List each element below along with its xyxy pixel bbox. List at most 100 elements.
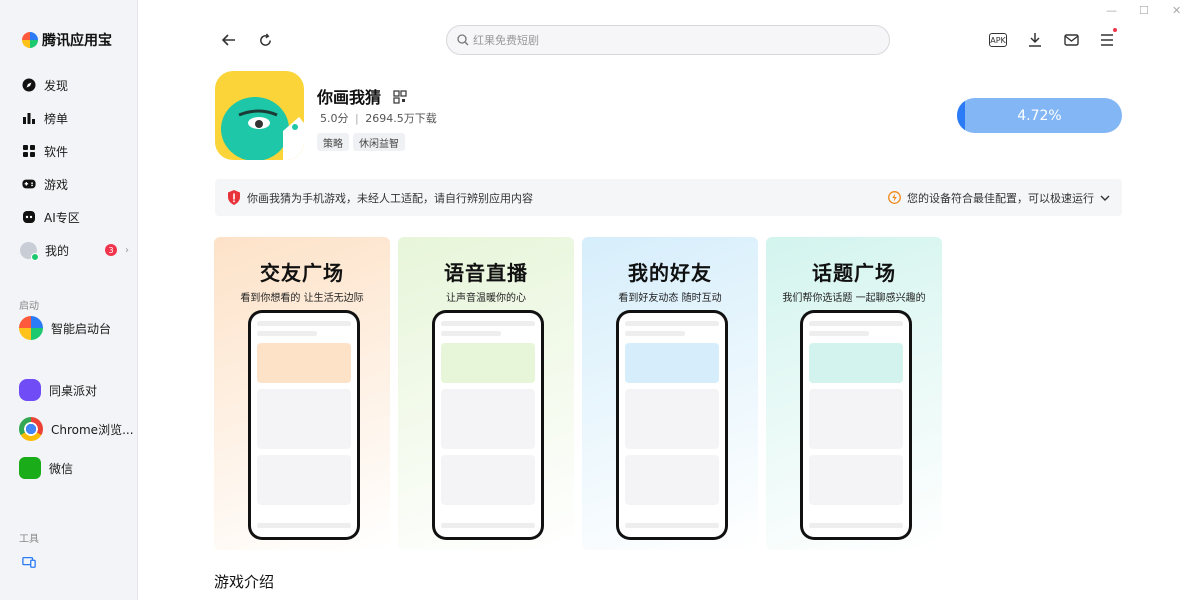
search-input[interactable]: 红果免费短剧 <box>446 25 890 55</box>
shield-warning-icon <box>228 190 240 205</box>
screenshot-card[interactable]: 语音直播让声音温暖你的心 <box>398 237 574 550</box>
sidebar-item-ai[interactable]: AI专区 <box>0 203 138 231</box>
maximize-button[interactable]: ☐ <box>1139 4 1149 17</box>
arrow-left-icon <box>221 34 235 46</box>
screenshot-card[interactable]: 我的好友看到好友动态 随时互动 <box>582 237 758 550</box>
phone-screen <box>803 313 909 537</box>
screenshot-subtitle: 看到你想看的 让生活无边际 <box>240 293 364 304</box>
sidebar-item-label: 软件 <box>44 144 69 159</box>
section-label-launch: 启动 <box>19 301 39 312</box>
menu-button[interactable] <box>1097 28 1117 50</box>
phone-mockup <box>248 310 360 540</box>
hamburger-icon <box>1101 34 1113 46</box>
minimize-button[interactable]: — <box>1106 4 1117 17</box>
device-compat-toggle[interactable]: 您的设备符合最佳配置，可以极速运行 <box>888 190 1110 206</box>
app-downloads: 2694.5万下载 <box>365 112 437 125</box>
chevron-right-icon: › <box>125 244 130 256</box>
brand-logo-icon <box>22 32 38 48</box>
tag-casual-puzzle[interactable]: 休闲益智 <box>353 133 405 151</box>
phone-screen <box>619 313 725 537</box>
screenshot-subtitle: 让声音温暖你的心 <box>446 293 526 304</box>
compass-icon <box>22 78 36 92</box>
sidebar-item-label: 发现 <box>44 78 69 93</box>
chrome-icon <box>19 417 43 441</box>
pinwheel-icon <box>19 316 43 340</box>
close-button[interactable]: ✕ <box>1172 4 1181 17</box>
phone-mockup <box>616 310 728 540</box>
screenshot-title: 话题广场 <box>812 261 896 285</box>
apk-label: APK <box>990 35 1006 45</box>
app-logo-icon <box>221 97 304 160</box>
sidebar-item-label: 榜单 <box>44 111 69 126</box>
brand-logo[interactable]: 腾讯应用宝 <box>22 30 112 50</box>
avatar-icon <box>20 241 39 261</box>
screenshot-subtitle: 我们帮你选话题 一起聊感兴趣的 <box>782 293 926 304</box>
apk-install-button[interactable]: APK <box>989 33 1007 47</box>
notification-badge: 3 <box>105 244 118 256</box>
chevron-down-icon <box>1100 195 1110 201</box>
brand-name: 腾讯应用宝 <box>42 33 112 49</box>
notice-right-text: 您的设备符合最佳配置，可以极速运行 <box>907 191 1094 205</box>
phone-mockup <box>800 310 912 540</box>
meta-separator: | <box>355 112 359 125</box>
screenshot-subtitle: 看到好友动态 随时互动 <box>618 293 722 304</box>
section-label-tools: 工具 <box>19 534 39 545</box>
menu-dot <box>1113 28 1117 32</box>
download-progress-button[interactable]: 4.72% <box>957 98 1122 133</box>
app-title: 你画我猜 <box>317 88 382 107</box>
screenshot-card[interactable]: 交友广场看到你想看的 让生活无边际 <box>214 237 390 550</box>
sidebar-item-software[interactable]: 软件 <box>0 137 138 165</box>
phone-mockup <box>432 310 544 540</box>
sidebar-item-discover[interactable]: 发现 <box>0 71 138 99</box>
mail-icon <box>1063 34 1079 46</box>
phone-screen <box>435 313 541 537</box>
app-label: 微信 <box>49 461 74 476</box>
sidebar-item-ranking[interactable]: 榜单 <box>0 104 138 132</box>
phone-screen <box>251 313 357 537</box>
smart-launcher-item[interactable]: 智能启动台 <box>0 312 138 344</box>
app-title-row: 你画我猜 <box>317 84 407 108</box>
refresh-icon <box>259 32 271 46</box>
app-item-wechat[interactable]: 微信 <box>0 452 138 484</box>
search-placeholder: 红果免费短剧 <box>473 34 539 47</box>
screenshot-title: 我的好友 <box>628 261 712 285</box>
sidebar: 腾讯应用宝 发现 榜单 软件 游戏 AI专区 我的 3 › 启动 智能启动台 同… <box>0 0 138 600</box>
back-button[interactable] <box>219 30 239 50</box>
app-label: Chrome浏览... <box>51 422 134 437</box>
refresh-button[interactable] <box>255 30 275 50</box>
mail-button[interactable] <box>1061 30 1081 50</box>
sidebar-item-label: 游戏 <box>44 177 69 192</box>
download-icon <box>1029 33 1041 47</box>
sidebar-item-games[interactable]: 游戏 <box>0 170 138 198</box>
sidebar-item-label: AI专区 <box>44 210 80 225</box>
app-label: 智能启动台 <box>51 321 112 336</box>
sidebar-item-mine[interactable]: 我的 3 › <box>0 236 138 264</box>
party-app-icon <box>19 379 41 401</box>
search-icon <box>457 34 469 46</box>
app-item-party[interactable]: 同桌派对 <box>0 374 138 406</box>
grid-icon <box>22 144 36 158</box>
section-title-intro: 游戏介绍 <box>214 573 275 591</box>
notice-bar: 你画我猜为手机游戏，未经人工适配，请自行辨别应用内容 您的设备符合最佳配置，可以… <box>215 179 1122 216</box>
screenshot-card[interactable]: 话题广场我们帮你选话题 一起聊感兴趣的 <box>766 237 942 550</box>
gamepad-icon <box>22 177 36 191</box>
sidebar-item-label: 我的 <box>45 243 70 258</box>
notice-left-text: 你画我猜为手机游戏，未经人工适配，请自行辨别应用内容 <box>247 191 533 205</box>
tag-strategy[interactable]: 策略 <box>317 133 349 151</box>
lightning-icon <box>888 191 901 204</box>
progress-text: 4.72% <box>1017 107 1062 124</box>
qr-code-icon[interactable] <box>392 89 407 108</box>
devices-icon <box>22 555 36 569</box>
app-icon <box>215 71 304 160</box>
bar-chart-icon <box>22 111 36 125</box>
wechat-icon <box>19 457 41 479</box>
screenshot-title: 交友广场 <box>260 261 344 285</box>
app-rating: 5.0分 <box>320 112 349 125</box>
device-tool-button[interactable] <box>0 548 138 576</box>
ai-icon <box>22 210 36 224</box>
download-button[interactable] <box>1025 30 1045 50</box>
screenshot-title: 语音直播 <box>444 261 528 285</box>
app-item-chrome[interactable]: Chrome浏览... <box>0 413 138 445</box>
app-label: 同桌派对 <box>49 383 98 398</box>
app-meta: 5.0分 | 2694.5万下载 <box>320 110 437 126</box>
